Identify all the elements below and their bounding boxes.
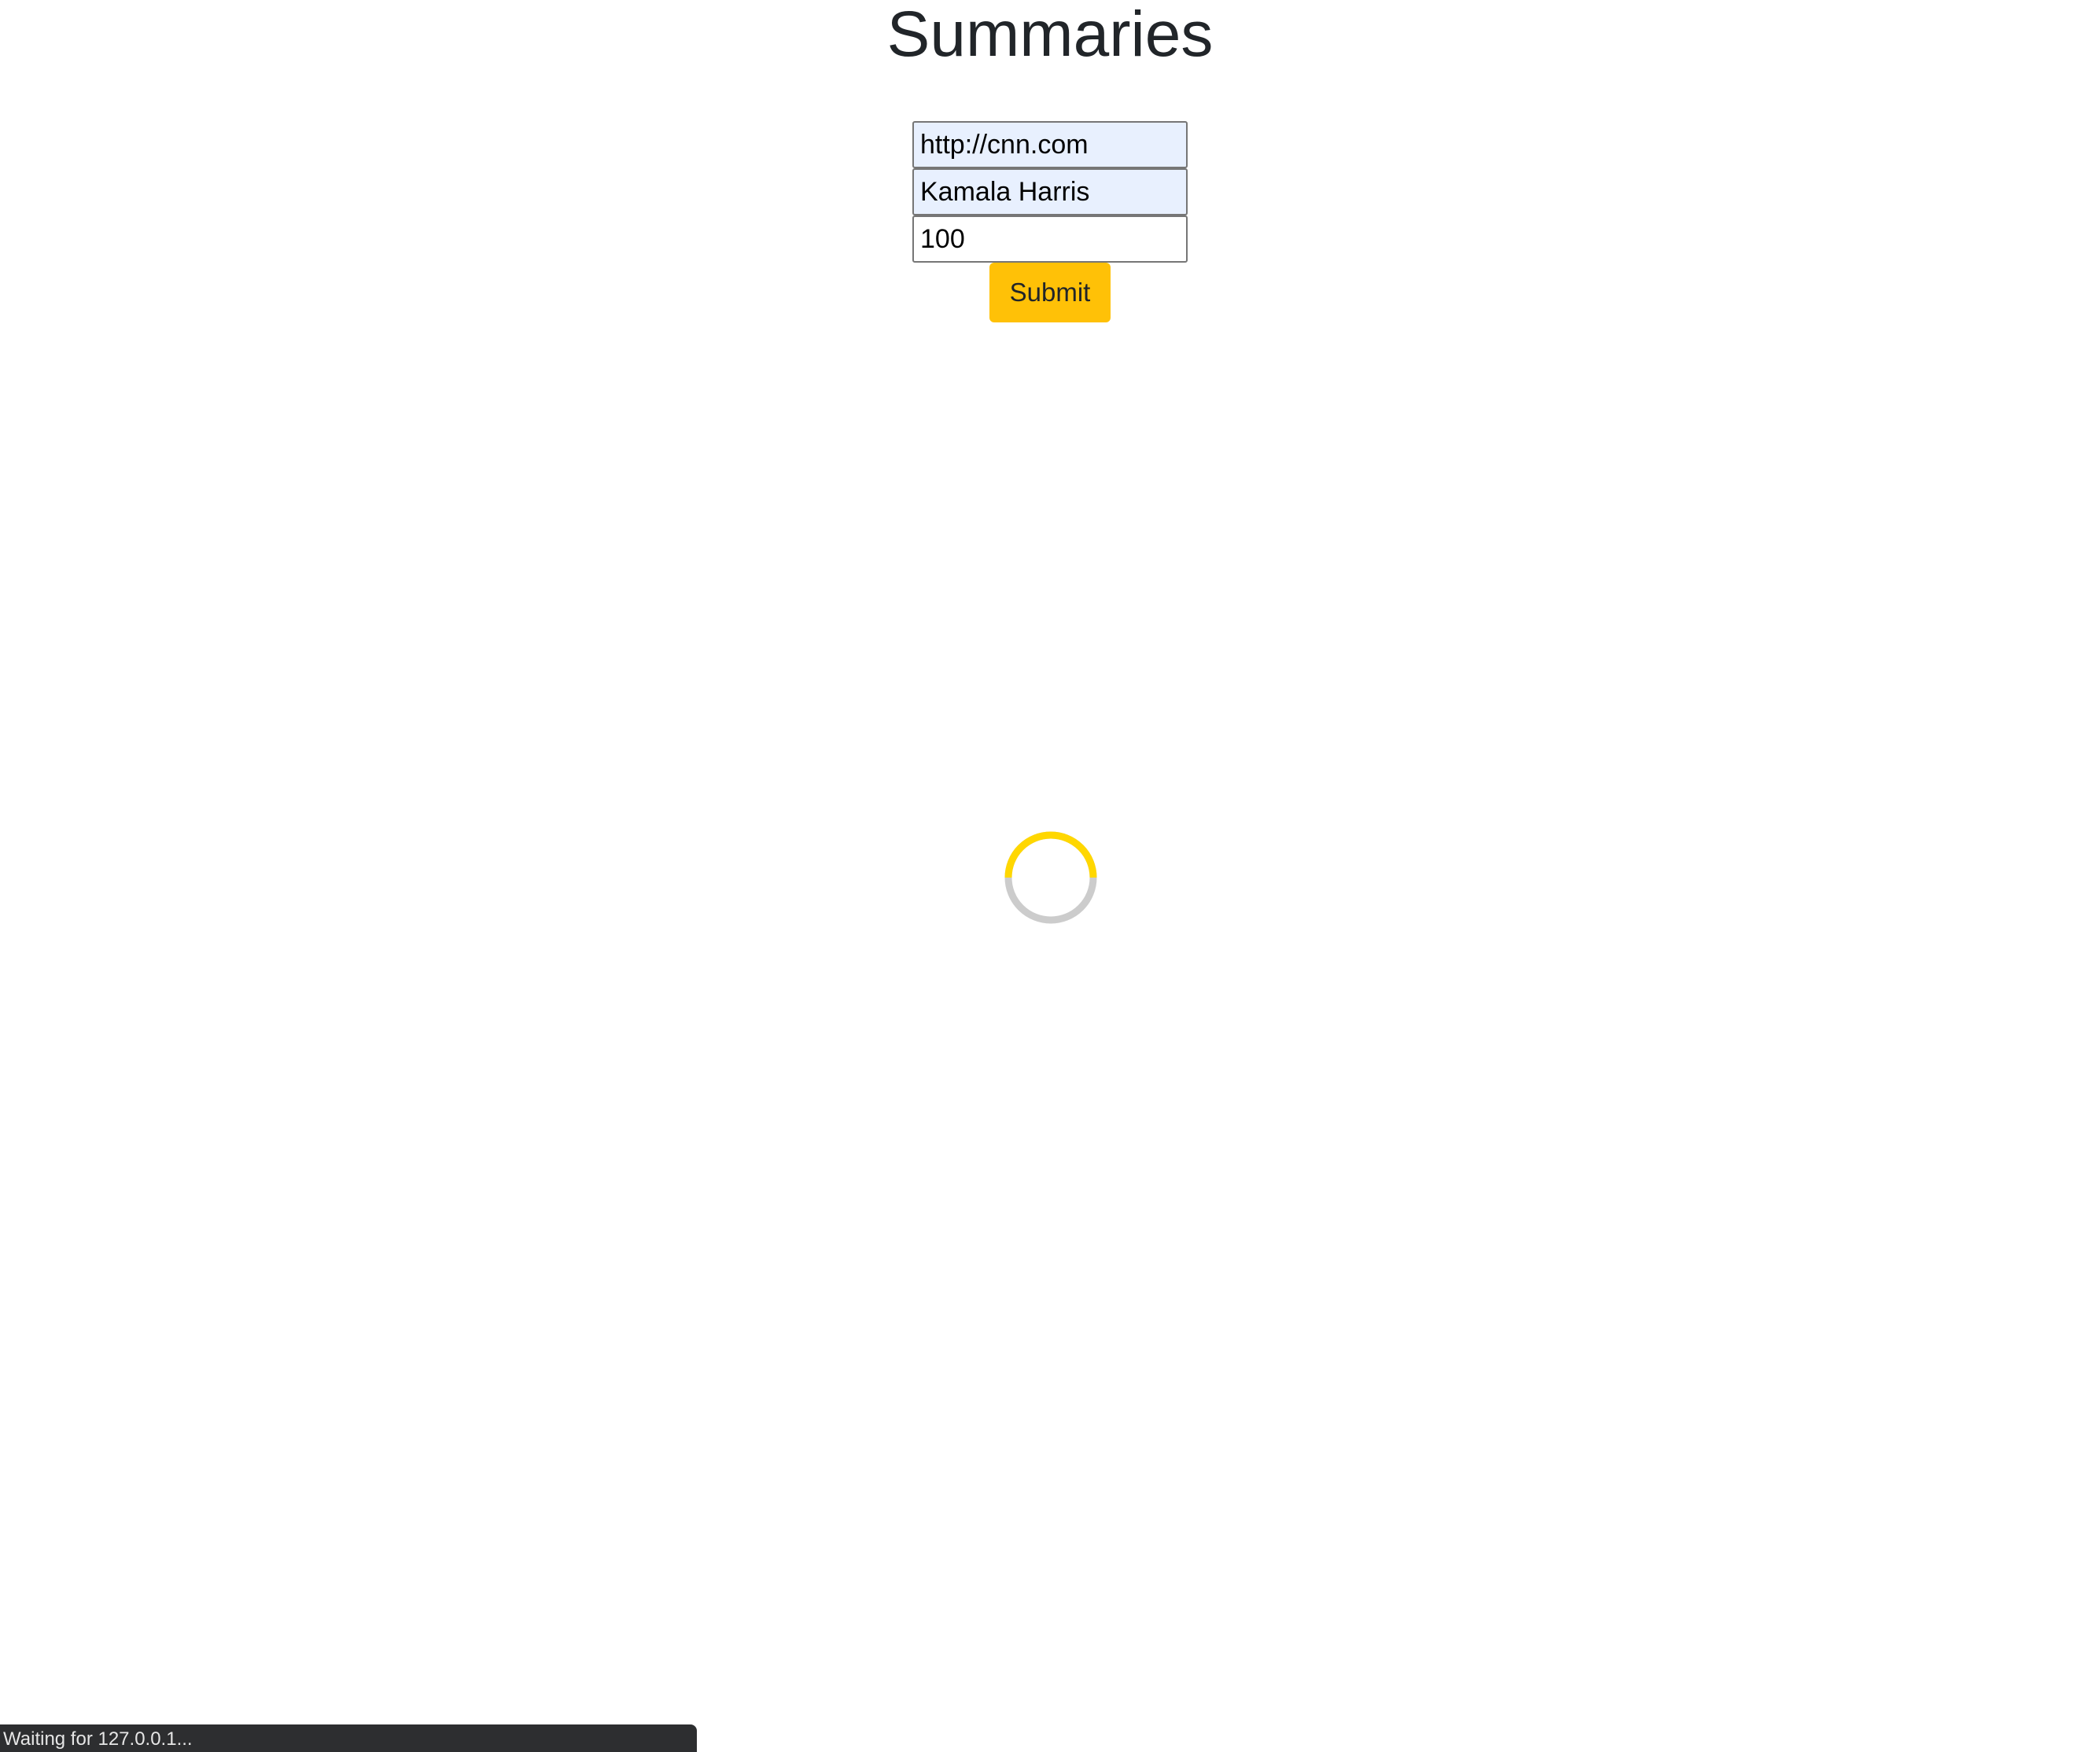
status-text: Waiting for 127.0.0.1... bbox=[3, 1728, 193, 1750]
submit-button[interactable]: Submit bbox=[989, 263, 1111, 322]
url-input[interactable] bbox=[912, 121, 1188, 168]
submit-wrap: Submit bbox=[912, 263, 1188, 322]
browser-status-bar: Waiting for 127.0.0.1... bbox=[0, 1724, 697, 1752]
page-title: Summaries bbox=[886, 0, 1214, 70]
query-input[interactable] bbox=[912, 168, 1188, 215]
count-input[interactable] bbox=[912, 215, 1188, 263]
spinner-arc bbox=[1004, 831, 1097, 878]
summary-form: Submit bbox=[912, 121, 1188, 322]
loading-spinner-icon bbox=[1004, 831, 1097, 924]
